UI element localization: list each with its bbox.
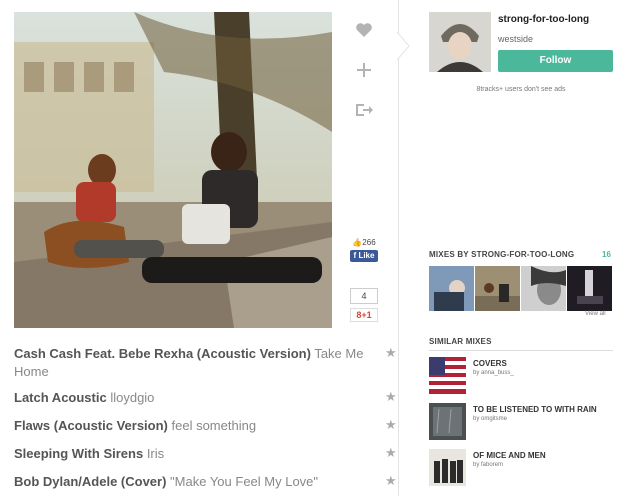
similar-mix-title[interactable]: COVERS: [473, 359, 507, 368]
band-photo-art: [429, 449, 466, 486]
track-row[interactable]: Bob Dylan/Adele (Cover) "Make You Feel M…: [14, 473, 374, 491]
heart-icon: [356, 23, 372, 37]
us-flag-art: [429, 357, 466, 394]
star-icon[interactable]: ★: [385, 417, 397, 433]
similar-mix-author[interactable]: by faborem: [473, 462, 503, 468]
mix-thumb[interactable]: [429, 266, 474, 311]
track-title: Sleeping With Sirens: [14, 446, 144, 461]
column-divider: [398, 0, 399, 496]
section-divider: [429, 350, 613, 351]
mix-thumb[interactable]: [475, 266, 520, 311]
star-icon[interactable]: ★: [385, 345, 397, 361]
track-artist: "Make You Feel My Love": [170, 474, 319, 489]
avatar-photo: [429, 12, 491, 72]
track-title: Bob Dylan/Adele (Cover): [14, 474, 167, 489]
track-title: Flaws (Acoustic Version): [14, 418, 168, 433]
track-artist: lloydgio: [110, 390, 155, 405]
star-icon[interactable]: ★: [385, 389, 397, 405]
rain-window-art: [429, 403, 466, 440]
google-plus-count: 4: [350, 288, 378, 304]
mix-thumb-art: [521, 266, 566, 311]
similar-mix-item[interactable]: TO BE LISTENED TO WITH RAIN by omgitsme: [429, 403, 613, 443]
like-heart-button[interactable]: [352, 18, 376, 42]
facebook-like-count: 266: [362, 238, 376, 247]
similar-mix-item[interactable]: OF MICE AND MEN by faborem: [429, 449, 613, 489]
user-location: westside: [498, 34, 534, 44]
divider-notch: [397, 32, 410, 60]
similar-mix-author[interactable]: by anna_buss_: [473, 370, 514, 376]
user-name[interactable]: strong-for-too-long: [498, 14, 589, 25]
track-artist: feel something: [171, 418, 257, 433]
add-to-collection-button[interactable]: [352, 58, 376, 82]
mix-thumb[interactable]: [521, 266, 566, 311]
track-row[interactable]: Latch Acoustic lloydgio: [14, 389, 374, 407]
facebook-f-icon: f: [353, 251, 357, 260]
thumb-icon: 👍: [352, 238, 363, 247]
similar-mixes-title: SIMILAR MIXES: [429, 337, 492, 346]
follow-button[interactable]: Follow: [498, 50, 613, 72]
track-artist: Iris: [146, 446, 165, 461]
track-row[interactable]: Sleeping With Sirens Iris: [14, 445, 374, 463]
facebook-like-count-row: 👍266: [349, 238, 379, 247]
share-icon: [356, 104, 373, 116]
mixes-by-count[interactable]: 16: [602, 250, 611, 259]
mixes-by-title: MIXES BY STRONG-FOR-TOO-LONG: [429, 250, 575, 259]
track-title: Cash Cash Feat. Bebe Rexha (Acoustic Ver…: [14, 346, 311, 361]
similar-mix-author[interactable]: by omgitsme: [473, 416, 507, 422]
similar-mix-thumb[interactable]: [429, 403, 466, 440]
mix-thumb-art: [475, 266, 520, 311]
track-row[interactable]: Cash Cash Feat. Bebe Rexha (Acoustic Ver…: [14, 345, 374, 381]
view-all-link[interactable]: View all: [585, 311, 606, 317]
facebook-like-button[interactable]: f Like: [350, 250, 378, 262]
similar-mix-title[interactable]: OF MICE AND MEN: [473, 451, 546, 460]
ads-notice[interactable]: 8tracks+ users don't see ads: [429, 86, 613, 93]
similar-mix-title[interactable]: TO BE LISTENED TO WITH RAIN: [473, 405, 597, 414]
mix-thumb[interactable]: [567, 266, 612, 311]
mix-thumb-art: [429, 266, 474, 311]
similar-mix-thumb[interactable]: [429, 357, 466, 394]
star-icon[interactable]: ★: [385, 445, 397, 461]
track-row[interactable]: Flaws (Acoustic Version) feel something: [14, 417, 374, 435]
facebook-like-label: Like: [358, 251, 375, 260]
cover-photo-art: [14, 12, 332, 328]
similar-mix-thumb[interactable]: [429, 449, 466, 486]
mix-cover-image[interactable]: [14, 12, 332, 328]
mix-thumb-art: [567, 266, 612, 311]
similar-mix-item[interactable]: COVERS by anna_buss_: [429, 357, 613, 397]
facebook-like-widget[interactable]: 👍266 f Like: [349, 238, 379, 262]
plus-icon: [357, 63, 371, 77]
star-icon[interactable]: ★: [385, 473, 397, 489]
user-avatar[interactable]: [429, 12, 491, 72]
google-plus-widget[interactable]: 4 8+1: [349, 288, 379, 322]
google-plus-button[interactable]: 8+1: [350, 308, 378, 322]
share-button[interactable]: [352, 98, 376, 122]
track-title: Latch Acoustic: [14, 390, 107, 405]
